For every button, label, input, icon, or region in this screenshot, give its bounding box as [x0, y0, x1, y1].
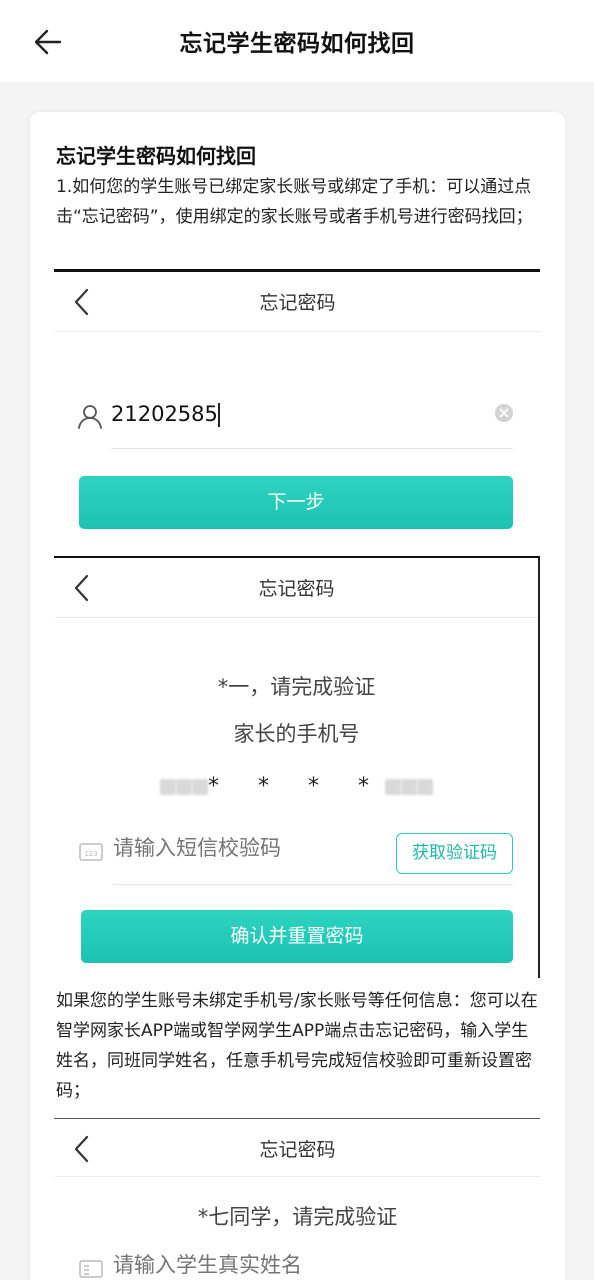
- svg-text:123: 123: [84, 850, 97, 858]
- clear-icon[interactable]: [494, 403, 514, 423]
- get-code-button[interactable]: 获取验证码: [396, 833, 513, 874]
- article-paragraph-2: 如果您的学生账号未绑定手机号/家长账号等任何信息：您可以在智学网家长APP端或智…: [56, 991, 538, 1101]
- account-value: 21202585: [111, 402, 218, 426]
- masked-phone: * * * *: [55, 774, 538, 799]
- screenshot-title: 忘记密码: [258, 578, 335, 600]
- student-name-input[interactable]: [113, 1253, 413, 1277]
- blurred-digit: [176, 779, 192, 795]
- screenshot-header: 忘记密码: [55, 558, 538, 618]
- keypad-icon: 123: [79, 843, 103, 861]
- user-icon: [78, 405, 102, 429]
- confirm-reset-button[interactable]: 确认并重置密码: [81, 910, 513, 963]
- blurred-digit: [384, 779, 401, 795]
- verify-step-text: *七同学，请完成验证: [197, 1205, 398, 1229]
- account-input[interactable]: 21202585: [111, 402, 411, 427]
- screenshot-header: 忘记密码: [55, 272, 540, 332]
- text-caret: [217, 403, 220, 427]
- top-bar: 忘记学生密码如何找回: [0, 0, 594, 82]
- blurred-digit: [400, 779, 417, 795]
- page-title: 忘记学生密码如何找回: [179, 31, 415, 57]
- article-title: 忘记学生密码如何找回: [56, 144, 256, 168]
- screenshot-header: 忘记密码: [55, 1119, 540, 1177]
- screenshot-forgot-password-name: 忘记密码 *七同学，请完成验证: [55, 1119, 540, 1280]
- screenshot-forgot-password-account: 忘记密码 21202585 下一步: [55, 272, 540, 538]
- input-underline: [113, 884, 513, 885]
- blurred-digit: [192, 779, 208, 795]
- article-paragraph-1: 1.如何您的学生账号已绑定家长账号或绑定了手机：可以通过点击“忘记密码”，使用绑…: [56, 177, 533, 227]
- screenshot-forgot-password-verify: 忘记密码 *一，请完成验证 家长的手机号 * * * * 123 获取验证码 确…: [55, 558, 540, 978]
- masked-phone-stars: * * * *: [208, 774, 385, 799]
- verify-step-text: *一，请完成验证: [217, 675, 376, 699]
- blurred-digit: [416, 779, 433, 795]
- input-underline: [111, 448, 513, 449]
- sms-code-input[interactable]: [113, 836, 383, 860]
- parent-phone-label: 家长的手机号: [233, 722, 360, 746]
- blurred-digit: [160, 779, 176, 795]
- name-card-icon: [79, 1260, 103, 1278]
- screenshot-title: 忘记密码: [259, 1139, 336, 1161]
- screenshot-title: 忘记密码: [259, 292, 336, 314]
- next-step-button[interactable]: 下一步: [79, 476, 513, 529]
